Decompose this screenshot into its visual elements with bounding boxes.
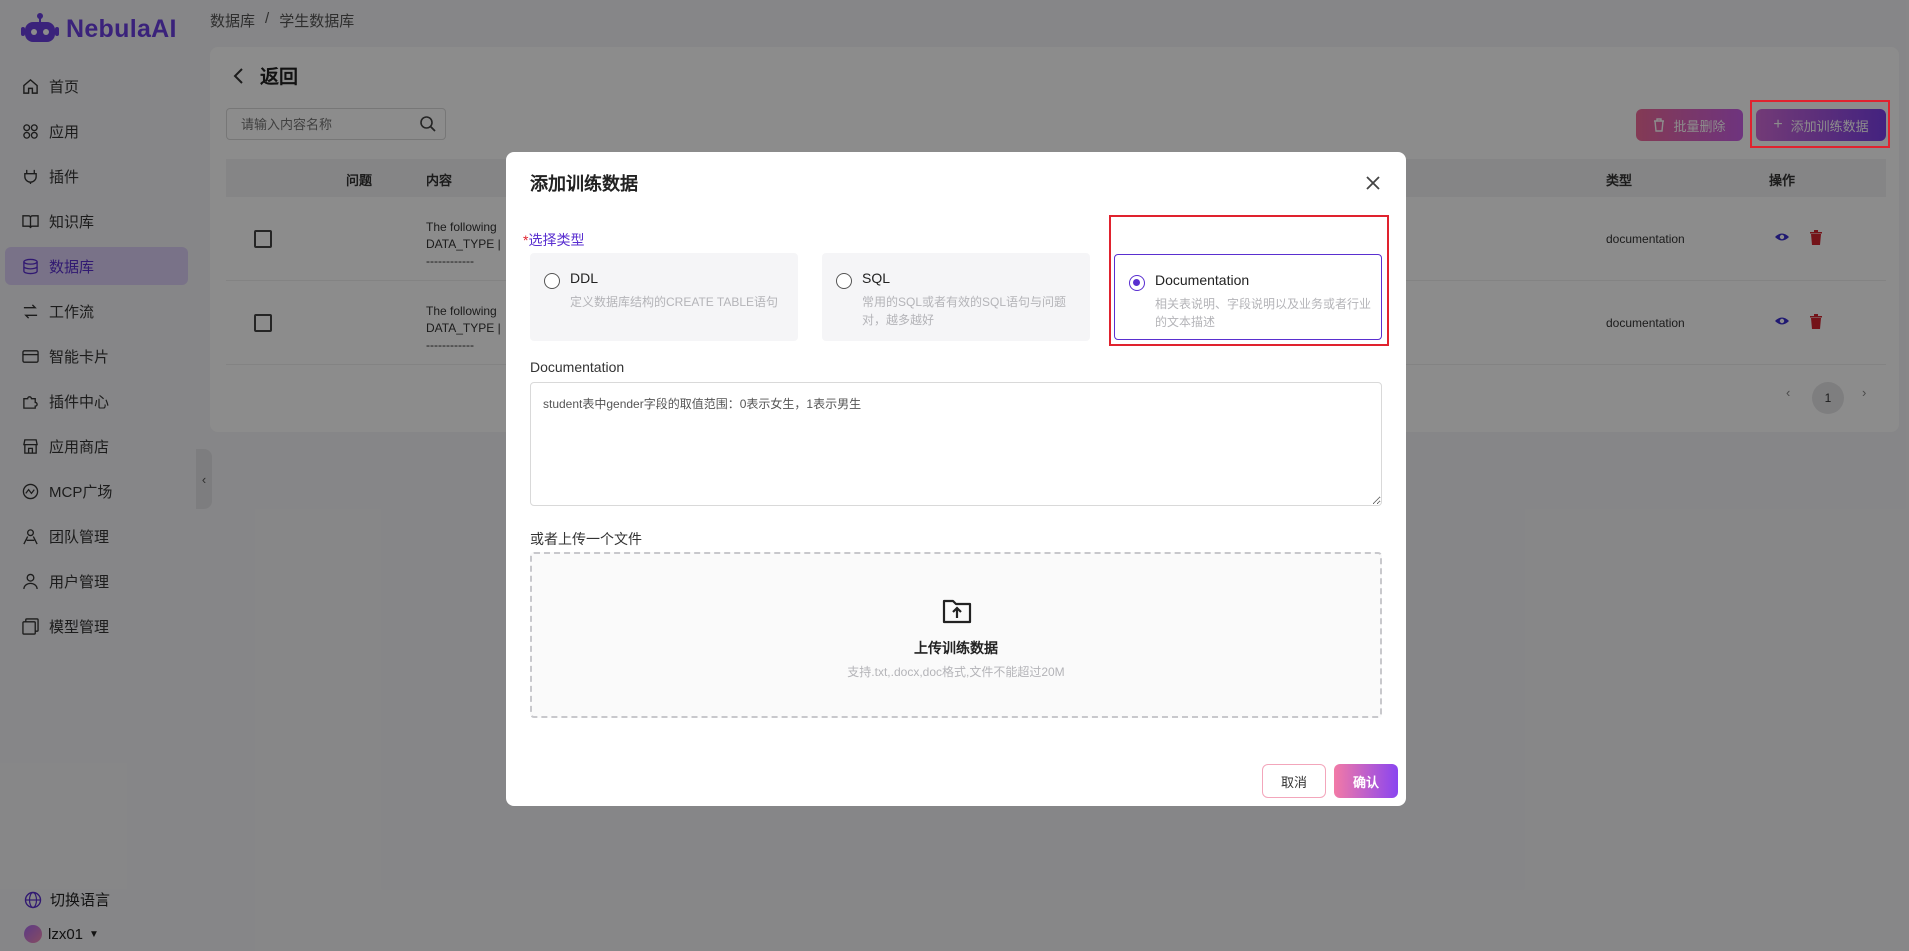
type-option-sql[interactable]: SQL 常用的SQL或者有效的SQL语句与问题对，越多越好 <box>822 253 1090 341</box>
option-description: 常用的SQL或者有效的SQL语句与问题对，越多越好 <box>862 295 1067 327</box>
add-training-data-dialog: 添加训练数据 *选择类型 DDL 定义数据库结构的CREATE TABLE语句 … <box>506 152 1406 806</box>
highlight-box <box>1750 100 1890 148</box>
type-field-label-text: 选择类型 <box>528 232 585 248</box>
option-title: DDL <box>570 270 599 286</box>
dialog-title: 添加训练数据 <box>530 174 638 194</box>
radio-ddl[interactable] <box>544 273 560 289</box>
cancel-button[interactable]: 取消 <box>1262 764 1326 798</box>
close-icon[interactable] <box>1362 172 1384 194</box>
upload-dropzone[interactable]: 上传训练数据 支持.txt,.docx,doc格式,文件不能超过20M <box>530 552 1382 718</box>
upload-title: 上传训练数据 <box>914 640 998 656</box>
radio-sql[interactable] <box>836 273 852 289</box>
type-option-ddl[interactable]: DDL 定义数据库结构的CREATE TABLE语句 <box>530 253 798 341</box>
type-field-label: *选择类型 <box>523 230 584 250</box>
upload-label: 或者上传一个文件 <box>530 531 642 547</box>
highlight-box <box>1109 215 1389 346</box>
confirm-button[interactable]: 确认 <box>1334 764 1398 798</box>
documentation-textarea[interactable]: student表中gender字段的取值范围：0表示女生，1表示男生 <box>530 382 1382 506</box>
folder-upload-icon <box>942 599 972 624</box>
option-description: 定义数据库结构的CREATE TABLE语句 <box>570 295 779 309</box>
documentation-label: Documentation <box>530 359 625 375</box>
upload-hint: 支持.txt,.docx,doc格式,文件不能超过20M <box>847 665 1065 679</box>
option-title: SQL <box>862 270 891 286</box>
